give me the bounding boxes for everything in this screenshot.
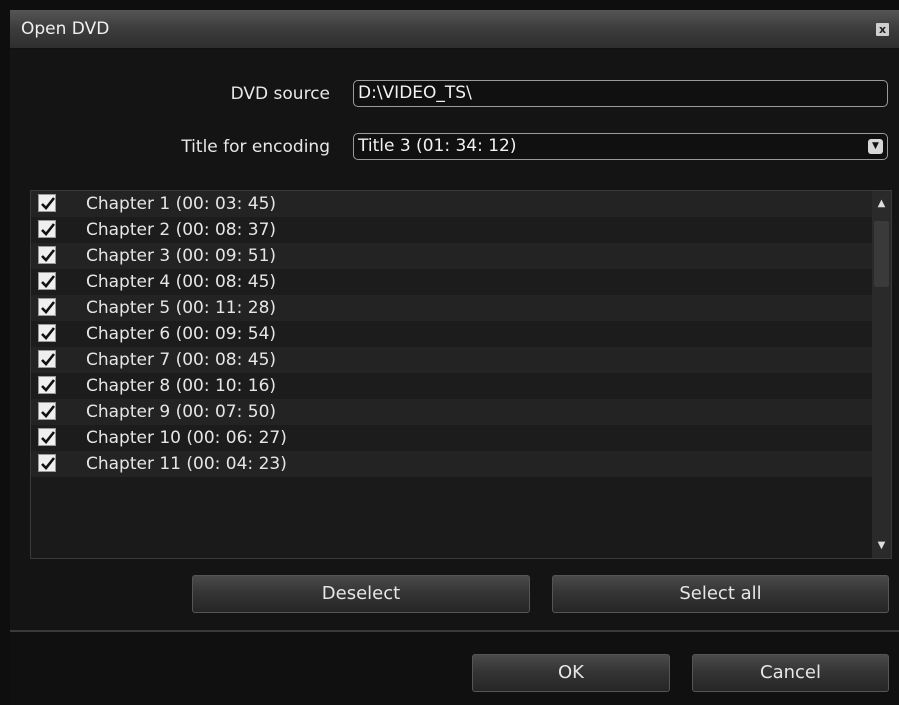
scroll-down-icon[interactable]: ▼ <box>874 538 889 553</box>
scroll-thumb[interactable] <box>874 221 889 287</box>
chapter-row[interactable]: Chapter 4 (00: 08: 45) <box>31 269 891 295</box>
checkmark-icon <box>41 327 56 340</box>
close-button[interactable]: x <box>876 23 889 36</box>
title-select[interactable]: Title 3 (01: 34: 12) ▼ <box>353 133 888 160</box>
deselect-button[interactable]: Deselect <box>192 575 530 613</box>
checkmark-icon <box>41 301 56 314</box>
chapter-checkbox[interactable] <box>38 428 56 446</box>
chapter-row[interactable]: Chapter 9 (00: 07: 50) <box>31 399 891 425</box>
chapter-list[interactable]: Chapter 1 (00: 03: 45) Chapter 2 (00: 08:… <box>30 190 892 559</box>
chapter-label: Chapter 11 (00: 04: 23) <box>86 454 287 474</box>
chapter-label: Chapter 6 (00: 09: 54) <box>86 324 277 344</box>
chapter-row[interactable]: Chapter 5 (00: 11: 28) <box>31 295 891 321</box>
chapter-checkbox[interactable] <box>38 246 56 264</box>
checkmark-icon <box>41 249 56 262</box>
select-all-button[interactable]: Select all <box>552 575 889 613</box>
title-bar: Open DVD x <box>10 10 899 49</box>
chapter-checkbox[interactable] <box>38 298 56 316</box>
chapter-checkbox[interactable] <box>38 272 56 290</box>
chapter-label: Chapter 3 (00: 09: 51) <box>86 246 277 266</box>
checkmark-icon <box>41 431 56 444</box>
chapter-rows: Chapter 1 (00: 03: 45) Chapter 2 (00: 08:… <box>31 191 891 477</box>
checkmark-icon <box>41 405 56 418</box>
checkmark-icon <box>41 223 56 236</box>
chapter-row[interactable]: Chapter 8 (00: 10: 16) <box>31 373 891 399</box>
chapter-label: Chapter 4 (00: 08: 45) <box>86 272 277 292</box>
chapter-checkbox[interactable] <box>38 324 56 342</box>
chapter-label: Chapter 5 (00: 11: 28) <box>86 298 277 318</box>
window-title: Open DVD <box>21 19 110 39</box>
chevron-down-icon[interactable]: ▼ <box>868 139 883 154</box>
chapter-checkbox[interactable] <box>38 376 56 394</box>
chapter-row[interactable]: Chapter 2 (00: 08: 37) <box>31 217 891 243</box>
chapter-row[interactable]: Chapter 7 (00: 08: 45) <box>31 347 891 373</box>
chapter-row[interactable]: Chapter 1 (00: 03: 45) <box>31 191 891 217</box>
title-select-value: Title 3 (01: 34: 12) <box>358 136 517 156</box>
chapter-label: Chapter 7 (00: 08: 45) <box>86 350 277 370</box>
chapter-checkbox[interactable] <box>38 350 56 368</box>
scrollbar[interactable]: ▲ ▼ <box>872 191 891 558</box>
chapter-checkbox[interactable] <box>38 220 56 238</box>
checkmark-icon <box>41 275 56 288</box>
chapter-row[interactable]: Chapter 10 (00: 06: 27) <box>31 425 891 451</box>
chapter-checkbox[interactable] <box>38 194 56 212</box>
dvd-source-field[interactable]: D:\VIDEO_TS\ <box>353 80 888 107</box>
footer: OK Cancel <box>10 632 899 705</box>
checkmark-icon <box>41 457 56 470</box>
chapter-label: Chapter 1 (00: 03: 45) <box>86 194 277 214</box>
chapter-checkbox[interactable] <box>38 454 56 472</box>
chapter-label: Chapter 2 (00: 08: 37) <box>86 220 277 240</box>
checkmark-icon <box>41 379 56 392</box>
chapter-checkbox[interactable] <box>38 402 56 420</box>
chapter-label: Chapter 9 (00: 07: 50) <box>86 402 277 422</box>
chapter-row[interactable]: Chapter 3 (00: 09: 51) <box>31 243 891 269</box>
open-dvd-dialog: Open DVD x DVD source D:\VIDEO_TS\ Title… <box>10 10 899 705</box>
scroll-up-icon[interactable]: ▲ <box>874 196 889 211</box>
checkmark-icon <box>41 197 56 210</box>
checkmark-icon <box>41 353 56 366</box>
chapter-row[interactable]: Chapter 6 (00: 09: 54) <box>31 321 891 347</box>
chapter-label: Chapter 10 (00: 06: 27) <box>86 428 287 448</box>
chapter-row[interactable]: Chapter 11 (00: 04: 23) <box>31 451 891 477</box>
chapter-label: Chapter 8 (00: 10: 16) <box>86 376 277 396</box>
cancel-button[interactable]: Cancel <box>692 654 889 692</box>
dvd-source-label: DVD source <box>230 84 330 104</box>
ok-button[interactable]: OK <box>472 654 670 692</box>
title-for-encoding-label: Title for encoding <box>181 137 330 157</box>
